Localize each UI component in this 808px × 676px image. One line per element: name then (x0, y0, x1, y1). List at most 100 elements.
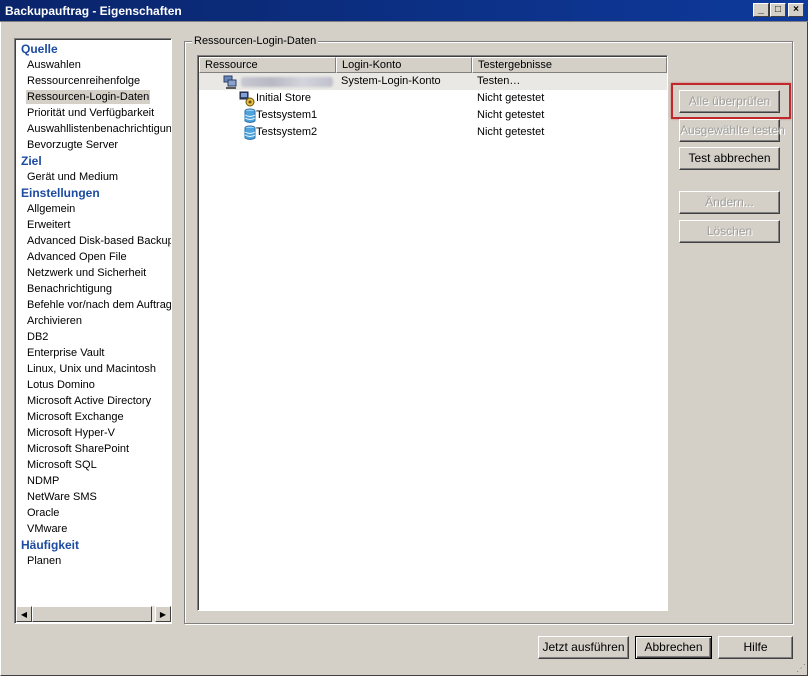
nav-item[interactable]: NetWare SMS (15, 489, 171, 505)
nav-item-label: Advanced Open File (27, 251, 127, 263)
cancel-button[interactable]: Abbrechen (635, 636, 712, 659)
nav-item-label: Benachrichtigung (27, 283, 113, 295)
minimize-button[interactable]: _ (753, 3, 769, 17)
test-result-cell: Nicht getestet (477, 92, 545, 104)
scroll-left-icon[interactable]: ◀ (16, 606, 32, 622)
nav-item-label: VMware (27, 523, 68, 535)
nav-item[interactable]: Gerät und Medium (15, 169, 171, 185)
nav-item-label: Advanced Disk-based Backup (27, 235, 172, 247)
resource-name-cell: Testsystem2 (256, 126, 318, 138)
nav-item-label: Linux, Unix und Macintosh (27, 363, 157, 375)
help-button[interactable]: Hilfe (718, 636, 793, 659)
nav-item-label: Archivieren (27, 315, 83, 327)
nav-item-label: Befehle vor/nach dem Auftrag (27, 299, 172, 311)
nav-item-label: DB2 (27, 331, 49, 343)
nav-section-header[interactable]: Quelle (15, 41, 171, 57)
table-row[interactable]: System-Login-Konto Testen… (199, 73, 667, 90)
nav-item-label: Bevorzugte Server (27, 139, 119, 151)
nav-section-header[interactable]: Ziel (15, 153, 171, 169)
column-header-resource[interactable]: Ressource (199, 57, 336, 73)
window-title: Backupauftrag - Eigenschaften (5, 4, 182, 18)
nav-item-label: Netzwerk und Sicherheit (27, 267, 147, 279)
nav-item[interactable]: DB2 (15, 329, 171, 345)
nav-item[interactable]: Auswahllistenbenachrichtigung (15, 121, 171, 137)
nav-item[interactable]: Microsoft SQL (15, 457, 171, 473)
nav-item[interactable]: Erweitert (15, 217, 171, 233)
table-row[interactable]: Testsystem1 Nicht getestet (199, 107, 667, 124)
nav-item-label: NDMP (27, 475, 60, 487)
nav-item[interactable]: Allgemein (15, 201, 171, 217)
nav-item-label: Microsoft SQL (27, 459, 97, 471)
nav-section-header[interactable]: Häufigkeit (15, 537, 171, 553)
nav-item[interactable]: Oracle (15, 505, 171, 521)
scroll-thumb[interactable] (32, 606, 152, 622)
nav-item[interactable]: Netzwerk und Sicherheit (15, 265, 171, 281)
nav-item-label: Auswahlen (27, 59, 81, 71)
nav-item-label: Erweitert (27, 219, 71, 231)
cancel-test-button[interactable]: Test abbrechen (679, 147, 780, 170)
resource-name-cell: Testsystem1 (256, 109, 318, 121)
nav-item[interactable]: Auswahlen (15, 57, 171, 73)
resource-list-view[interactable]: Ressource Login-Konto Testergebnisse Sys… (197, 55, 668, 611)
test-result-cell: Nicht getestet (477, 126, 545, 138)
nav-item[interactable]: Microsoft Exchange (15, 409, 171, 425)
nav-item-label: Microsoft SharePoint (27, 443, 130, 455)
nav-horizontal-scrollbar[interactable]: ◀ ▶ (16, 606, 171, 622)
title-bar: Backupauftrag - Eigenschaften _ □ × (0, 0, 808, 22)
nav-item-label: NetWare SMS (27, 491, 97, 503)
column-header-login-account[interactable]: Login-Konto (336, 57, 472, 73)
table-row[interactable]: Initial Store Nicht getestet (199, 90, 667, 107)
login-account-cell: System-Login-Konto (341, 75, 441, 87)
resize-grip-icon[interactable]: ⋰ (796, 663, 806, 674)
highlight-frame (671, 83, 791, 119)
nav-item[interactable]: Planen (15, 553, 171, 569)
scroll-right-icon[interactable]: ▶ (155, 606, 171, 622)
column-header-test-results[interactable]: Testergebnisse (472, 57, 667, 73)
nav-item[interactable]: NDMP (15, 473, 171, 489)
nav-item[interactable]: Ressourcenreihenfolge (15, 73, 171, 89)
nav-item-label: Ressourcenreihenfolge (27, 75, 141, 87)
settings-nav-tree[interactable]: Quelle Auswahlen Ressourcenreihenfolge Ress… (14, 38, 172, 624)
nav-item[interactable]: Ressourcen-Login-Daten (15, 89, 171, 105)
test-result-cell: Nicht getestet (477, 109, 545, 121)
nav-item[interactable]: Microsoft Active Directory (15, 393, 171, 409)
nav-item[interactable]: Microsoft SharePoint (15, 441, 171, 457)
resource-name-cell: Initial Store (256, 92, 312, 104)
nav-item[interactable]: Advanced Open File (15, 249, 171, 265)
run-now-button[interactable]: Jetzt ausführen (538, 636, 629, 659)
test-result-cell: Testen… (477, 75, 521, 87)
nav-item-label: Priorität und Verfügbarkeit (27, 107, 155, 119)
delete-button[interactable]: Löschen (679, 220, 780, 243)
nav-item-label: Microsoft Hyper-V (27, 427, 116, 439)
nav-item[interactable]: Benachrichtigung (15, 281, 171, 297)
nav-item-label: Enterprise Vault (27, 347, 105, 359)
nav-item[interactable]: Archivieren (15, 313, 171, 329)
redacted-resource-name (241, 77, 333, 87)
nav-item[interactable]: Advanced Disk-based Backup (15, 233, 171, 249)
initial-store-icon (239, 91, 255, 107)
list-header: Ressource Login-Konto Testergebnisse (199, 57, 667, 73)
nav-item[interactable]: Enterprise Vault (15, 345, 171, 361)
nav-item-label: Microsoft Exchange (27, 411, 124, 423)
nav-item-label: Planen (27, 555, 62, 567)
nav-item-label: Allgemein (27, 203, 76, 215)
nav-item-label: Gerät und Medium (27, 171, 119, 183)
nav-item[interactable]: Befehle vor/nach dem Auftrag (15, 297, 171, 313)
test-selected-button[interactable]: Ausgewählte testen (679, 119, 785, 142)
nav-item[interactable]: Lotus Domino (15, 377, 171, 393)
nav-item[interactable]: Priorität und Verfügbarkeit (15, 105, 171, 121)
edit-button[interactable]: Ändern... (679, 191, 780, 214)
close-button[interactable]: × (788, 3, 804, 17)
nav-section-header[interactable]: Einstellungen (15, 185, 171, 201)
nav-item-label: Microsoft Active Directory (27, 395, 152, 407)
nav-item[interactable]: Linux, Unix und Macintosh (15, 361, 171, 377)
nav-item[interactable]: VMware (15, 521, 171, 537)
server-group-icon (223, 75, 237, 89)
nav-item[interactable]: Bevorzugte Server (15, 137, 171, 153)
nav-item-label: Oracle (27, 507, 60, 519)
maximize-button[interactable]: □ (770, 3, 786, 17)
table-row[interactable]: Testsystem2 Nicht getestet (199, 124, 667, 141)
group-title: Ressourcen-Login-Daten (192, 35, 319, 47)
nav-item[interactable]: Microsoft Hyper-V (15, 425, 171, 441)
nav-item-label: Auswahllistenbenachrichtigung (27, 123, 172, 135)
